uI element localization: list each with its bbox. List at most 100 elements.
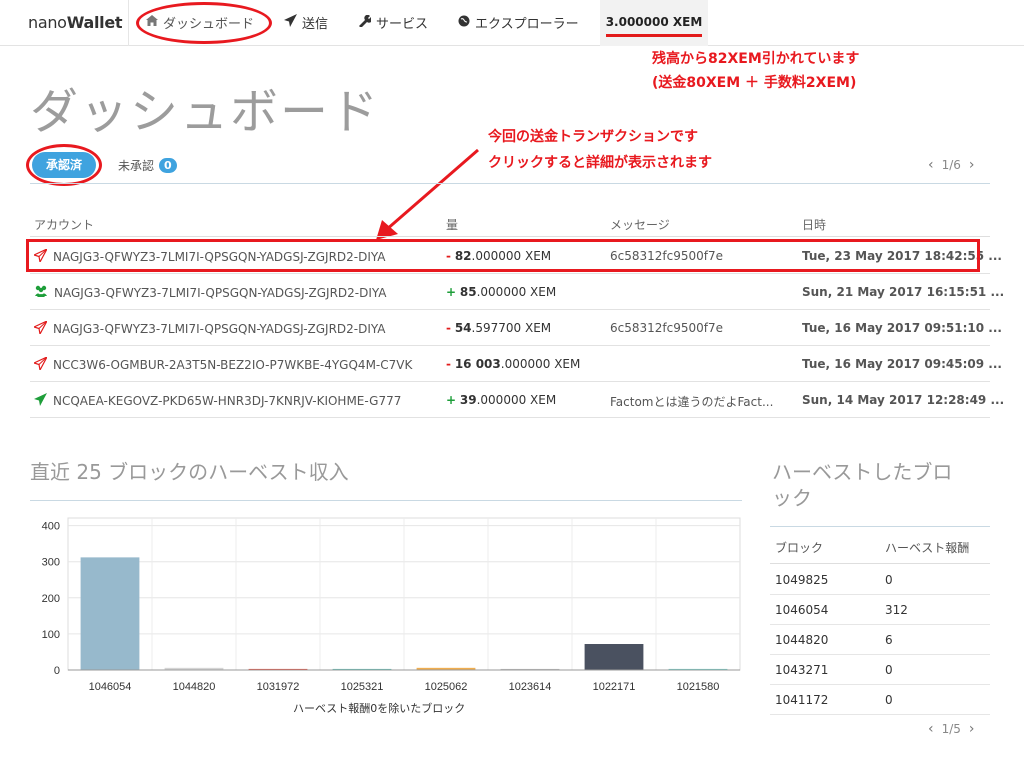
tx-amount-sign: + [446,393,457,407]
harvest-table-title-cont: ック [772,486,812,510]
tx-amount-int: 54 [454,321,472,335]
send-icon [32,319,49,337]
annotation-highlight-row [26,239,980,272]
tx-page-indicator: 1/6 [941,158,961,172]
nav-send[interactable]: 送信 [284,13,328,32]
brand-logo[interactable]: nanoWallet [28,13,123,32]
chart-x-tick-label: 1031972 [257,681,300,693]
annotation-underline [606,34,702,37]
tx-amount-unit: XEM [530,393,557,407]
tx-amount-sign: + [446,285,457,299]
chevron-right-icon[interactable]: › [969,157,975,173]
tx-account-address: NCQAEA-KEGOVZ-PKD65W-HNR3DJ-7KNRJV-KIOHM… [53,394,402,408]
tx-account: NCC3W6-OGMBUR-2A3T5N-BEZ2IO-P7WKBE-4YGQ4… [32,355,413,373]
harvest-reward: 0 [885,693,893,707]
chart-x-tick-label: 1046054 [89,681,132,693]
table-row[interactable]: 1049825 0 [770,565,990,595]
tx-pager: ‹ 1/6 › [928,157,975,173]
harvest-chart-title: 直近 25 ブロックのハーベスト収入 [30,460,349,484]
tx-date: Tue, 16 May 2017 09:45:09 ... [802,357,1002,371]
tx-amount-unit: XEM [530,285,557,299]
harvest-reward: 6 [885,633,893,647]
chart-x-tick-label: 1025062 [425,681,468,693]
tx-amount-dec: .000000 [476,285,527,299]
harvest-block-height: 1041172 [775,693,829,707]
tx-amount-int: 39 [459,393,477,407]
wrench-icon [359,14,373,31]
chart-y-tick-label: 0 [54,665,60,677]
table-row[interactable]: NCQAEA-KEGOVZ-PKD65W-HNR3DJ-7KNRJV-KIOHM… [30,382,1004,418]
th-date: 日時 [802,218,827,232]
table-row[interactable]: 1043271 0 [770,655,990,685]
tx-account-address: NAGJG3-QFWYZ3-7LMI7I-QPSGQN-YADGSJ-ZGJRD… [53,322,386,336]
harvest-table-divider [770,526,990,527]
tx-amount-int: 85 [459,285,477,299]
annotation-balance-note: 残高から82XEM引かれています [652,51,860,67]
tx-amount-sign: - [446,321,451,335]
table-row[interactable]: NAGJG3-QFWYZ3-7LMI7I-QPSGQN-YADGSJ-ZGJRD… [30,310,1002,346]
tx-amount: + 85.000000 XEM [446,285,556,299]
annotation-arrow [376,148,479,240]
table-row[interactable]: 1046054 312 [770,595,990,625]
chart-x-tick-label: 1022171 [593,681,636,693]
nav-send-label: 送信 [302,17,329,32]
annotation-circle-confirmed [26,144,102,186]
chart-x-tick-label: 1044820 [173,681,216,693]
tx-message: Factomとは違うのだよFact... [610,395,774,409]
th-account: アカウント [34,218,95,232]
chart-y-tick-label: 100 [42,629,60,641]
th-message: メッセージ [610,218,670,232]
nav-explorer-label: エクスプローラー [475,17,579,32]
harvest-table-title: ハーベストしたブロ [772,460,953,484]
tx-date: Sun, 21 May 2017 16:15:51 ... [802,285,1005,299]
tx-account-address: NAGJG3-QFWYZ3-7LMI7I-QPSGQN-YADGSJ-ZGJRD… [54,285,387,300]
table-row[interactable]: 1044820 6 [770,625,990,655]
nav-services[interactable]: サービス [359,13,428,32]
chart-bar [584,644,644,670]
annotation-circle-dashboard [136,2,272,44]
nav-divider [128,0,129,46]
harvest-table-header-divider [770,563,990,564]
harvest-pager: ‹ 1/5 › [928,721,975,737]
table-row[interactable]: 1041172 0 [770,685,990,715]
globe-icon [458,15,470,31]
receive-icon [34,393,47,409]
tx-message: 6c58312fc9500f7e [610,321,724,335]
th-reward: ハーベスト報酬 [885,541,970,555]
annotation-tx-note: 今回の送金トランザクションです [488,129,698,145]
harvest-bar-chart: 0 100 200 300 400 1046054 1044820 1031972 102532… [42,517,741,693]
tx-date: Tue, 16 May 2017 09:51:10 ... [802,321,1002,335]
tab-unconfirmed[interactable]: 未承認 0 [118,157,177,174]
chart-bar [80,557,140,670]
chevron-left-icon[interactable]: ‹ [928,157,934,173]
tx-account: NAGJG3-QFWYZ3-7LMI7I-QPSGQN-YADGSJ-ZGJRD… [32,319,386,337]
harvest-chart-divider [30,500,742,501]
chart-y-tick-label: 300 [42,557,60,569]
harvest-reward: 0 [885,663,893,677]
tx-amount-dec: .000000 [476,393,527,407]
chevron-left-icon[interactable]: ‹ [928,721,934,737]
harvest-block-height: 1043271 [775,663,829,677]
tx-amount: + 39.000000 XEM [446,393,556,407]
tx-date: Sun, 14 May 2017 12:28:49 ... [802,393,1005,407]
tx-account-address: NCC3W6-OGMBUR-2A3T5N-BEZ2IO-P7WKBE-4YGQ4… [53,358,413,372]
tabs-divider [30,183,990,184]
chart-y-tick-label: 400 [42,521,60,533]
chevron-right-icon[interactable]: › [969,721,975,737]
tx-amount-unit: XEM [554,357,581,371]
tx-amount-int: 16 003 [454,357,501,371]
nav-explorer[interactable]: エクスプローラー [458,13,579,32]
table-row[interactable]: NAGJG3-QFWYZ3-7LMI7I-QPSGQN-YADGSJ-ZGJRD… [30,274,1004,310]
tx-account: NCQAEA-KEGOVZ-PKD65W-HNR3DJ-7KNRJV-KIOHM… [34,393,401,409]
tab-unconfirmed-label: 未承認 [118,159,155,173]
annotation-tx-detail: クリックすると詳細が表示されます [488,155,712,171]
chart-y-tick-label: 200 [42,593,60,605]
table-header-divider [30,236,990,237]
table-row[interactable]: NCC3W6-OGMBUR-2A3T5N-BEZ2IO-P7WKBE-4YGQ4… [30,346,1002,382]
tx-amount: - 54.597700 XEM [446,321,551,335]
th-amount: 量 [446,218,459,232]
chart-x-axis-label: ハーベスト報酬0を除いたブロック [293,702,466,715]
balance-display[interactable]: 3.000000 XEM [600,0,708,46]
harvest-block-height: 1046054 [775,603,829,617]
th-block: ブロック [775,541,824,555]
